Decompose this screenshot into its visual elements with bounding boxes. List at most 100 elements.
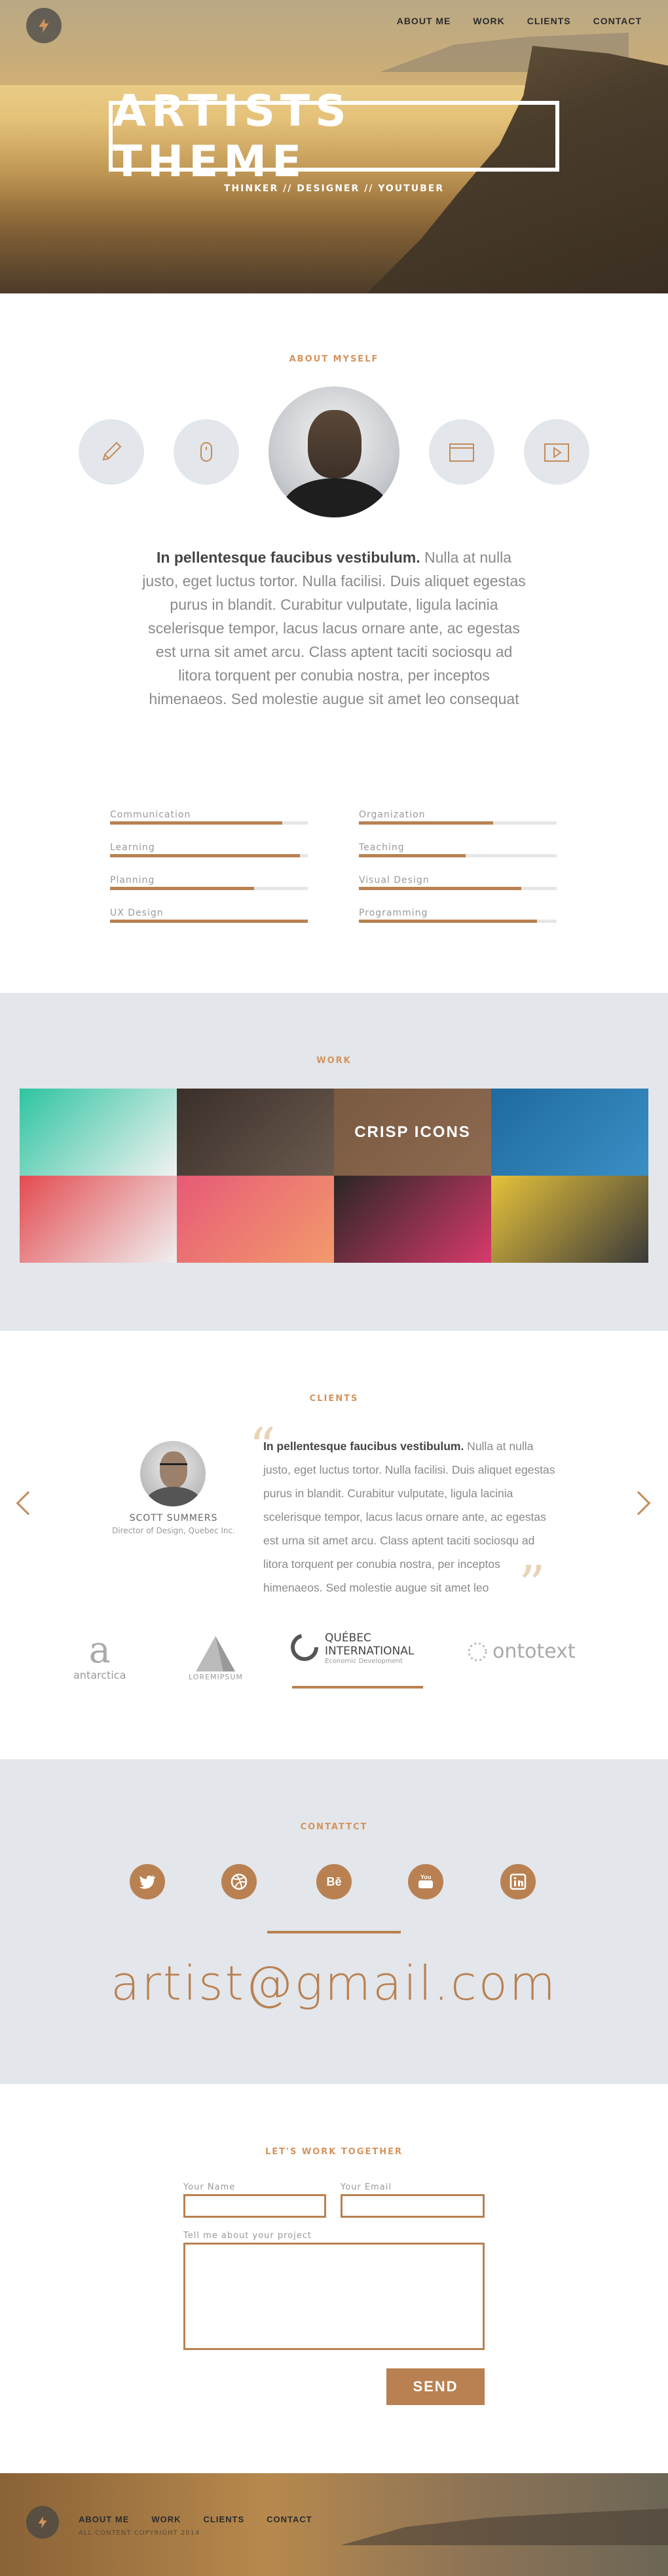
email-address[interactable]: artist@gmail.com [0,1956,668,2011]
svg-text:You: You [420,1874,431,1880]
about-text-body: Nulla at nulla justo, eget luctus tortor… [142,549,526,707]
service-mouse[interactable] [174,419,239,485]
nav-about-me[interactable]: ABOUT ME [397,16,451,26]
skill-teaching: Teaching [359,842,557,857]
service-video[interactable] [524,419,589,485]
client-logo-antarctica[interactable]: a antarctica [73,1632,126,1682]
close-quote-icon: ” [519,1554,546,1615]
skill-label: Communication [110,810,191,820]
client-logo-antarctica-name: antarctica [73,1669,126,1681]
skill-planning: Planning [110,875,308,890]
skill-track [110,920,308,923]
service-browser[interactable] [429,419,494,485]
contact-divider [267,1931,401,1933]
browser-window-icon [449,443,474,462]
client-logo-loremipsum[interactable]: LOREMIPSUM [189,1633,243,1681]
skill-track [110,887,308,890]
client-logo-quebec-name: QUÉBEC INTERNATIONAL [325,1632,415,1658]
work-tile[interactable]: CRISP ICONS [334,1089,491,1176]
footer-logo[interactable] [26,2506,59,2539]
hero-title: ARTISTS THEME [113,86,352,187]
work-tile[interactable] [491,1176,648,1263]
hero-subtitle: THINKER // DESIGNER // YOUTUBER [223,183,445,194]
project-textarea[interactable] [183,2243,485,2350]
contact-section: CONTATTCT Bē You artist@gmail.com [0,1759,668,2084]
skill-fill [359,920,537,923]
name-input[interactable] [183,2194,326,2218]
footer-nav-about-me[interactable]: ABOUT ME [79,2514,129,2524]
skill-label: Visual Design [359,875,430,886]
page: ABOUT ME WORK CLIENTS CONTACT ARTISTS TH… [0,0,668,2576]
skill-track [359,854,557,857]
skill-visual-design: Visual Design [359,875,557,890]
client-logo-ontotext[interactable]: ontotext [466,1640,576,1663]
active-client-underline [292,1686,423,1689]
footer-nav-contact[interactable]: CONTACT [267,2514,312,2524]
nav-work[interactable]: WORK [473,16,504,26]
footer-nav: ABOUT ME WORK CLIENTS CONTACT [79,2514,312,2524]
client-logo-quebec[interactable]: QUÉBEC INTERNATIONAL Economic Developmen… [289,1632,430,1665]
skill-track [359,887,557,890]
twitter-link[interactable] [130,1864,165,1899]
main-nav: ABOUT ME WORK CLIENTS CONTACT [397,16,642,26]
next-arrow[interactable] [626,1491,651,1516]
behance-link[interactable]: Bē [316,1864,352,1899]
skill-label: Learning [110,842,155,853]
skill-fill [110,854,300,857]
about-text: In pellentesque faucibus vestibulum. Nul… [138,546,530,711]
skill-fill [110,920,308,923]
client-role: Director of Design, Quebec Inc. [112,1526,235,1535]
form-label: LET'S WORK TOGETHER [265,2147,403,2157]
about-label: ABOUT MYSELF [289,354,379,364]
work-tile[interactable] [177,1089,334,1176]
clients-section: CLIENTS SCOTT SUMMERS Director of Design… [0,1331,668,1759]
nav-clients[interactable]: CLIENTS [527,16,571,26]
skill-fill [110,821,282,825]
skill-track [359,821,557,825]
service-pencil[interactable] [79,419,144,485]
logo[interactable] [26,8,62,43]
skill-label: Programming [359,908,428,918]
contact-label: CONTATTCT [300,1822,368,1832]
client-quote-body: Nulla at nulla justo, eget luctus tortor… [263,1440,555,1594]
client-photo [140,1441,206,1506]
linkedin-icon [510,1873,527,1890]
email-input[interactable] [341,2194,485,2218]
skill-ux-design: UX Design [110,908,308,923]
nav-contact[interactable]: CONTACT [593,16,642,26]
send-button[interactable]: SEND [386,2368,485,2405]
skill-communication: Communication [110,810,308,825]
work-tile[interactable] [20,1089,177,1176]
client-logo-quebec-sub: Economic Development [325,1658,403,1666]
work-tile[interactable] [491,1089,648,1176]
footer-nav-clients[interactable]: CLIENTS [204,2514,245,2524]
footer-ridge [341,2509,668,2545]
copyright: ALL CONTENT COPYRIGHT 2014 [79,2529,200,2537]
name-label: Your Name [183,2182,236,2192]
lightning-icon [38,2516,47,2529]
work-tile[interactable] [334,1176,491,1263]
prev-arrow[interactable] [16,1491,41,1516]
ontotext-dots-icon [468,1642,487,1661]
skill-track [110,821,308,825]
dribbble-link[interactable] [221,1864,257,1899]
quebec-swirl-icon [291,1633,318,1661]
lightning-icon [39,18,49,33]
work-tile[interactable] [20,1176,177,1263]
pencil-icon [102,441,122,461]
work-tile[interactable] [177,1176,334,1263]
skill-label: Planning [110,875,155,886]
skill-programming: Programming [359,908,557,923]
project-label: Tell me about your project [183,2231,312,2241]
form-section: LET'S WORK TOGETHER Your Name Your Email… [0,2084,668,2473]
clients-label: CLIENTS [309,1394,359,1404]
footer-nav-work[interactable]: WORK [151,2514,181,2524]
youtube-link[interactable]: You [408,1864,443,1899]
work-section: WORK CRISP ICONS [0,993,668,1331]
video-play-icon [544,443,569,462]
linkedin-link[interactable] [500,1864,536,1899]
skill-label: Organization [359,810,426,820]
skill-fill [110,887,255,890]
work-grid: CRISP ICONS [20,1089,648,1263]
client-quote: In pellentesque faucibus vestibulum. Nul… [263,1434,555,1599]
